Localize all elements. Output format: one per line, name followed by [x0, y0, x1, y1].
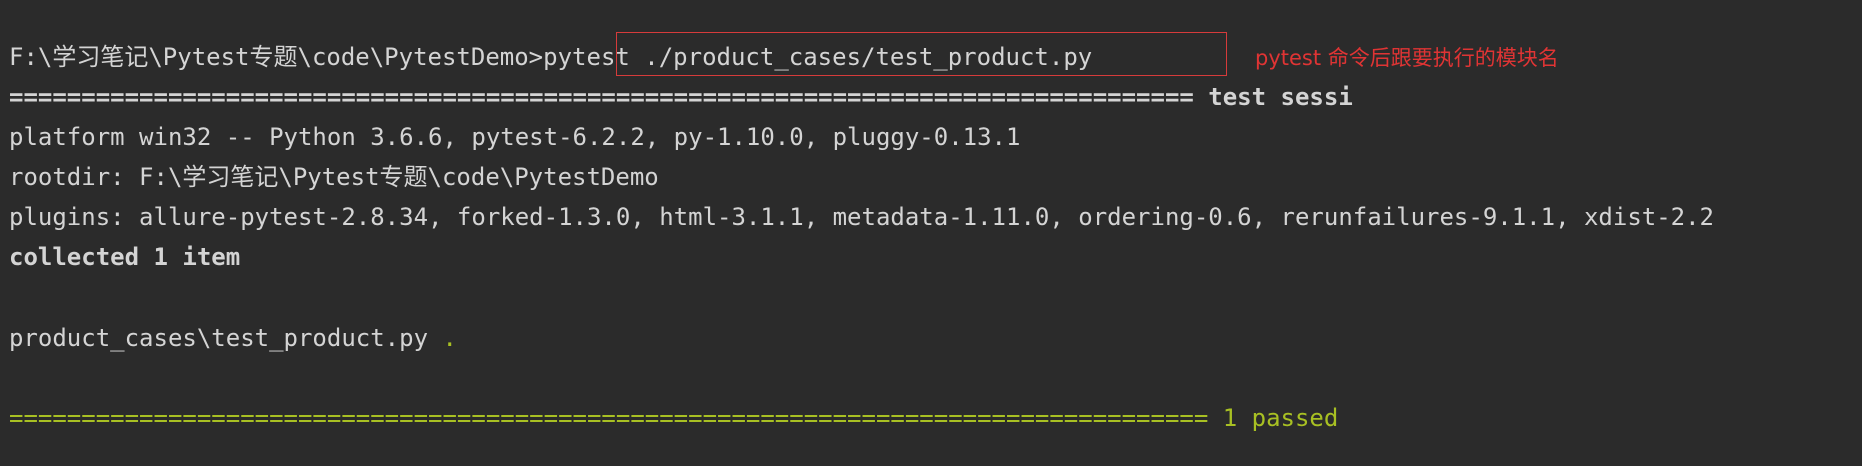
- summary-separator: ========================================…: [9, 404, 1339, 432]
- rootdir-line: rootdir: F:\学习笔记\Pytest专题\code\PytestDem…: [9, 163, 659, 191]
- session-separator: ========================================…: [9, 83, 1353, 111]
- test-result-line: product_cases\test_product.py .: [9, 320, 457, 356]
- command-annotation: pytest 命令后跟要执行的模块名: [1255, 46, 1559, 70]
- terminal-window[interactable]: F:\学习笔记\Pytest专题\code\PytestDemo> pytest …: [0, 0, 1862, 466]
- collected-line: collected 1 item: [9, 243, 241, 271]
- command-highlight-box: [616, 32, 1227, 76]
- platform-line: platform win32 -- Python 3.6.6, pytest-6…: [9, 123, 1021, 151]
- command-prompt: F:\学习笔记\Pytest专题\code\PytestDemo>: [9, 43, 544, 71]
- test-pass-dot: .: [442, 324, 457, 352]
- test-file-name: product_cases\test_product.py: [9, 324, 443, 352]
- plugins-line: plugins: allure-pytest-2.8.34, forked-1.…: [9, 203, 1715, 231]
